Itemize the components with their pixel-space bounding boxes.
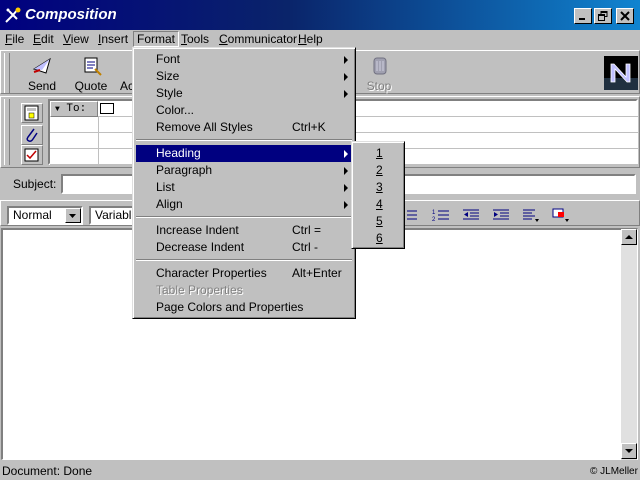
format-menu: Font Size Style Color... Remove All Styl… <box>132 47 356 319</box>
menu-format[interactable]: Format <box>133 31 180 47</box>
chevron-right-icon <box>344 150 348 158</box>
attachment-tab[interactable] <box>21 125 43 145</box>
quote-icon <box>84 57 102 76</box>
menu-item-table-properties[interactable]: Table Properties <box>136 282 352 299</box>
vertical-scrollbar[interactable] <box>621 229 637 460</box>
send-button[interactable]: Send <box>18 53 66 93</box>
address-tab[interactable] <box>21 103 43 123</box>
close-icon <box>620 11 630 21</box>
menu-communicator[interactable]: Communicator <box>216 31 300 47</box>
minimize-button[interactable] <box>574 8 592 24</box>
paragraph-style-value: Normal <box>13 208 52 222</box>
toolbar-grip[interactable] <box>4 53 10 93</box>
menu-item-remove-all-styles[interactable]: Remove All Styles Ctrl+K <box>136 119 352 136</box>
menu-edit[interactable]: Edit <box>30 31 57 47</box>
restore-button[interactable] <box>594 8 612 24</box>
stop-button[interactable]: Stop <box>355 53 403 93</box>
menu-item-character-properties[interactable]: Character Properties Alt+Enter <box>136 265 352 282</box>
chevron-up-icon <box>625 235 633 239</box>
options-tab[interactable] <box>21 145 43 165</box>
menu-separator <box>136 259 352 261</box>
insert-object-icon[interactable] <box>551 207 571 223</box>
menu-item-paragraph[interactable]: Paragraph <box>136 162 352 179</box>
heading-level-3[interactable]: 3 <box>355 179 401 196</box>
heading-submenu: 1 2 3 4 5 6 <box>351 141 405 249</box>
chevron-right-icon <box>344 73 348 81</box>
send-label: Send <box>27 79 57 93</box>
menu-bar: File Edit View Insert Format Tools Commu… <box>0 30 640 48</box>
attach-icon <box>26 128 38 142</box>
quote-label: Quote <box>74 79 108 93</box>
chevron-down-icon[interactable] <box>65 208 81 223</box>
close-button[interactable] <box>616 8 634 24</box>
address-label: Ac <box>120 79 134 93</box>
menu-insert[interactable]: Insert <box>95 31 131 47</box>
chevron-right-icon <box>344 56 348 64</box>
decrease-indent-icon[interactable] <box>461 207 481 223</box>
menu-item-font[interactable]: Font <box>136 51 352 68</box>
menu-item-page-colors[interactable]: Page Colors and Properties <box>136 299 352 316</box>
netscape-logo[interactable] <box>604 56 638 90</box>
paragraph-style-select[interactable]: Normal <box>7 206 83 225</box>
address-divider <box>98 117 99 165</box>
menu-view[interactable]: View <box>60 31 92 47</box>
address-button[interactable]: Ac <box>114 53 134 93</box>
address-grip[interactable] <box>4 99 10 165</box>
stop-icon <box>373 57 387 75</box>
chevron-right-icon <box>344 201 348 209</box>
menu-item-heading[interactable]: Heading <box>136 145 352 162</box>
address-type-selector[interactable]: ▼ To: <box>50 101 98 117</box>
scroll-down-button[interactable] <box>621 443 637 459</box>
menu-tools[interactable]: Tools <box>178 31 212 47</box>
menu-item-size[interactable]: Size <box>136 68 352 85</box>
credit-text: © JLMeller <box>590 466 638 477</box>
menu-separator <box>136 216 352 218</box>
chevron-right-icon <box>344 167 348 175</box>
chevron-right-icon <box>344 90 348 98</box>
title-bar[interactable]: Composition <box>0 0 640 30</box>
menu-separator <box>136 139 352 141</box>
restore-icon <box>598 11 608 21</box>
options-icon <box>24 148 39 162</box>
increase-indent-icon[interactable] <box>491 207 511 223</box>
svg-text:1: 1 <box>432 210 436 216</box>
heading-level-1[interactable]: 1 <box>355 145 401 162</box>
stop-label: Stop <box>366 79 392 93</box>
menu-item-increase-indent[interactable]: Increase Indent Ctrl = <box>136 222 352 239</box>
menu-item-decrease-indent[interactable]: Decrease Indent Ctrl - <box>136 239 352 256</box>
chevron-right-icon <box>344 184 348 192</box>
address-card-icon <box>24 105 39 121</box>
menu-help[interactable]: Help <box>295 31 326 47</box>
menu-item-list[interactable]: List <box>136 179 352 196</box>
menu-file[interactable]: File <box>2 31 27 47</box>
minimize-icon <box>579 18 585 20</box>
scroll-up-button[interactable] <box>621 229 637 245</box>
heading-level-4[interactable]: 4 <box>355 196 401 213</box>
recipient-card-icon <box>100 103 114 114</box>
align-icon[interactable] <box>521 207 541 223</box>
chevron-down-icon <box>625 449 633 453</box>
subject-label: Subject: <box>13 177 57 191</box>
menu-item-style[interactable]: Style <box>136 85 352 102</box>
heading-level-2[interactable]: 2 <box>355 162 401 179</box>
svg-text:2: 2 <box>432 217 436 223</box>
window-title: Composition <box>25 6 117 23</box>
numbered-list-icon[interactable]: 12 <box>431 207 451 223</box>
status-text: Document: Done <box>2 464 93 478</box>
heading-level-5[interactable]: 5 <box>355 213 401 230</box>
app-icon <box>5 7 21 23</box>
send-icon <box>32 57 51 74</box>
heading-level-6[interactable]: 6 <box>355 230 401 247</box>
menu-item-align[interactable]: Align <box>136 196 352 213</box>
menu-item-color[interactable]: Color... <box>136 102 352 119</box>
quote-button[interactable]: Quote <box>67 53 115 93</box>
status-bar: Document: Done © JLMeller <box>0 462 640 480</box>
